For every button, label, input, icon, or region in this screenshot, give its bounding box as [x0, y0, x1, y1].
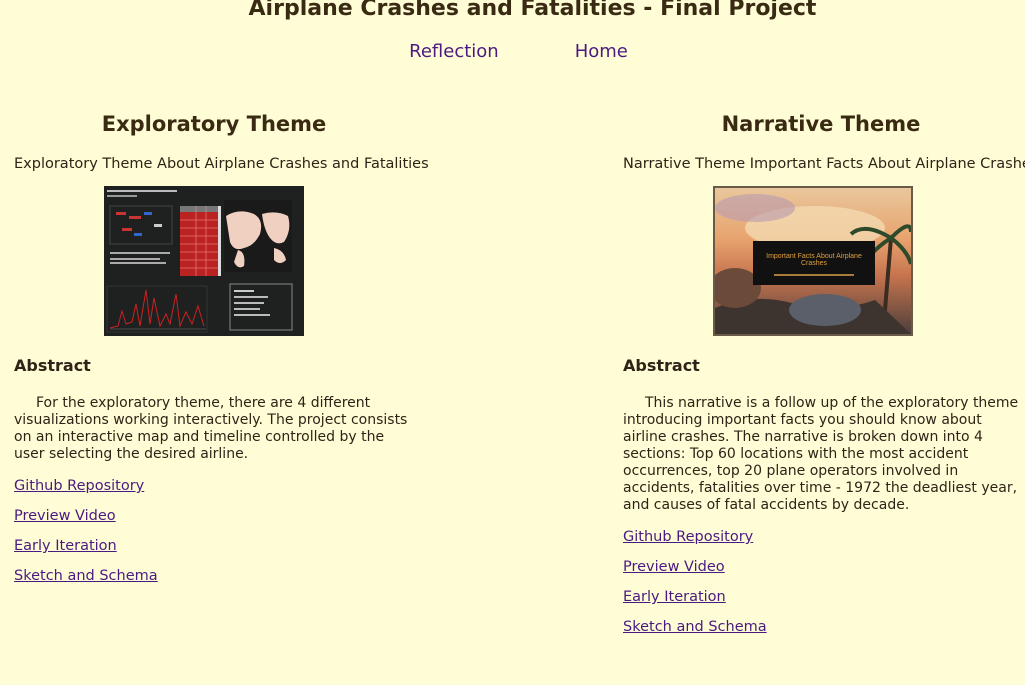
narrative-subtitle: Narrative Theme Important Facts About Ai… — [623, 156, 1025, 172]
narrative-title: Narrative Theme — [721, 112, 921, 136]
exploratory-links: Github Repository Preview Video Early It… — [14, 478, 414, 584]
top-nav: Reflection Home — [0, 41, 1025, 62]
nav-link-reflection[interactable]: Reflection — [409, 41, 499, 62]
exploratory-subtitle: Exploratory Theme About Airplane Crashes… — [14, 156, 429, 172]
narrative-abstract-text: This narrative is a follow up of the exp… — [623, 395, 1019, 513]
exploratory-abstract-text: For the exploratory theme, there are 4 d… — [14, 395, 408, 462]
exploratory-github-link[interactable]: Github Repository — [14, 478, 144, 494]
page-title: Airplane Crashes and Fatalities - Final … — [248, 0, 817, 21]
exploratory-thumbnail[interactable] — [104, 186, 304, 336]
exploratory-preview-video-link[interactable]: Preview Video — [14, 508, 116, 524]
narrative-sketch-schema-link[interactable]: Sketch and Schema — [623, 619, 767, 635]
exploratory-sketch-schema-link[interactable]: Sketch and Schema — [14, 568, 158, 584]
narrative-links: Github Repository Preview Video Early It… — [623, 529, 1019, 635]
narrative-thumbnail-caption-rule — [774, 274, 854, 276]
narrative-thumbnail-caption-box: Important Facts About Airplane Crashes — [753, 241, 875, 285]
exploratory-abstract-heading: Abstract — [14, 356, 91, 375]
narrative-section: Narrative Theme Narrative Theme Importan… — [623, 112, 1025, 649]
narrative-abstract-heading: Abstract — [623, 356, 700, 375]
exploratory-section: Exploratory Theme Exploratory Theme Abou… — [14, 112, 429, 598]
dashboard-screenshot-icon — [104, 186, 304, 336]
exploratory-title: Exploratory Theme — [101, 112, 327, 136]
nav-link-home[interactable]: Home — [575, 41, 628, 62]
narrative-preview-video-link[interactable]: Preview Video — [623, 559, 725, 575]
narrative-thumbnail[interactable]: Important Facts About Airplane Crashes — [713, 186, 913, 336]
narrative-early-iteration-link[interactable]: Early Iteration — [623, 589, 726, 605]
narrative-thumbnail-caption: Important Facts About Airplane Crashes — [766, 253, 862, 267]
exploratory-early-iteration-link[interactable]: Early Iteration — [14, 538, 117, 554]
narrative-github-link[interactable]: Github Repository — [623, 529, 753, 545]
page: Airplane Crashes and Fatalities - Final … — [0, 0, 1025, 685]
